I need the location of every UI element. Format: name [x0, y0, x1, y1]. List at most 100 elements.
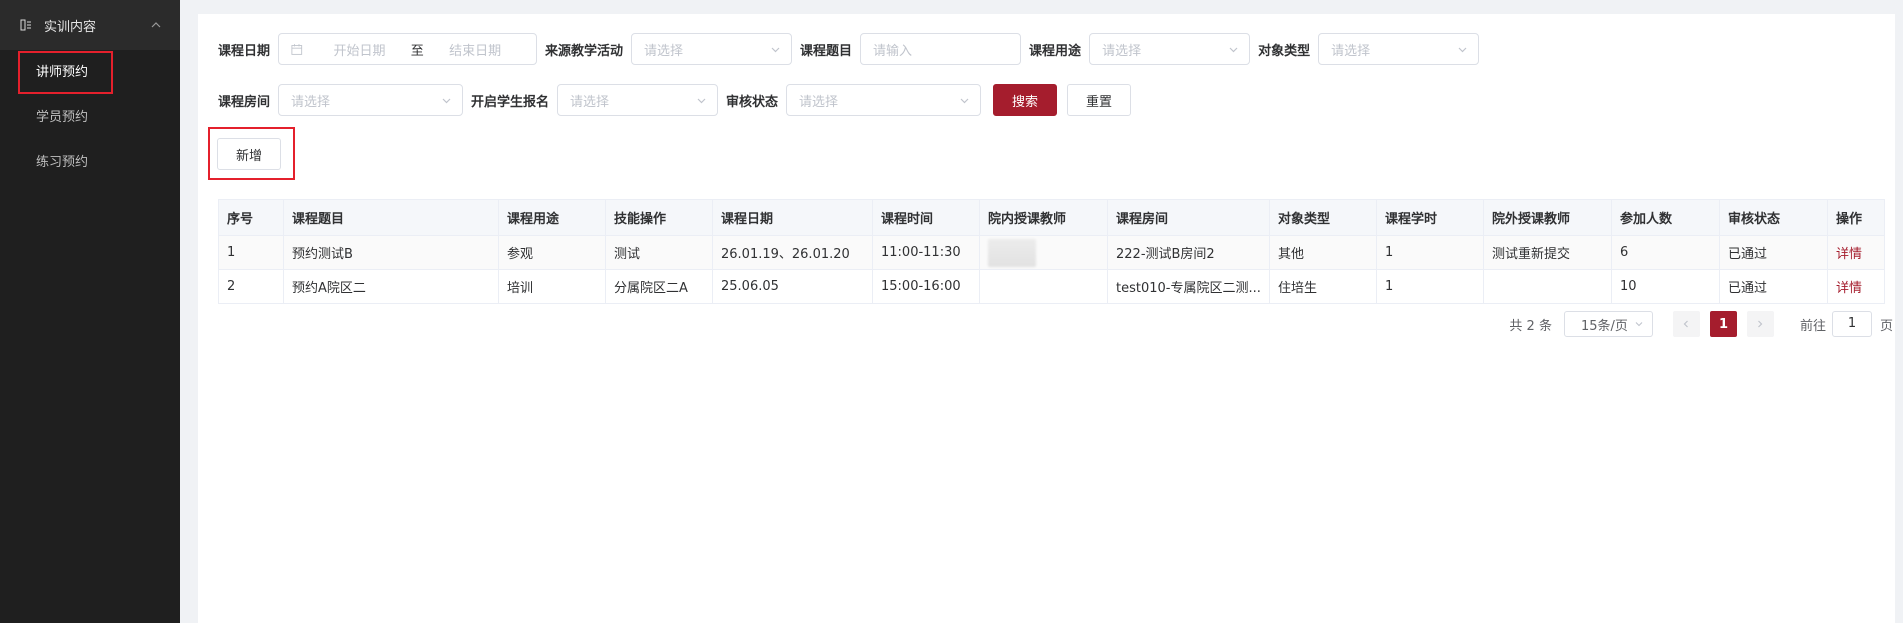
- cell-external-teacher: 测试重新提交: [1483, 235, 1612, 270]
- reset-button[interactable]: 重置: [1067, 84, 1132, 116]
- cell-time: 11:00-11:30: [872, 235, 980, 270]
- sidebar-group-training-content[interactable]: 实训内容: [0, 0, 180, 50]
- target-type-placeholder: 请选择: [1331, 43, 1371, 59]
- sidebar-item-student-booking[interactable]: 学员预约: [0, 95, 180, 140]
- cell-external-teacher: [1483, 269, 1612, 304]
- column-header: 操作: [1827, 199, 1885, 236]
- source-activity-select[interactable]: 请选择: [631, 33, 793, 65]
- chevron-down-icon: [1635, 322, 1643, 327]
- chevron-left-icon: [1684, 320, 1689, 328]
- audit-status-select[interactable]: 请选择: [786, 84, 982, 116]
- table-row: 1 预约测试B 参观 测试 26.01.19、26.01.20 11:00-11…: [218, 235, 1885, 270]
- chevron-down-icon: [771, 47, 780, 53]
- sidebar-group-label: 实训内容: [44, 19, 97, 35]
- chevron-down-icon: [1458, 47, 1467, 53]
- cell-status: 已通过: [1719, 235, 1828, 270]
- course-room-select[interactable]: 请选择: [278, 84, 464, 116]
- highlight-box: 新增: [208, 127, 295, 180]
- page-number-current[interactable]: 1: [1709, 311, 1737, 337]
- column-header: 院内授课教师: [979, 199, 1108, 236]
- column-header: 审核状态: [1719, 199, 1828, 236]
- sidebar-item-label: 学员预约: [36, 110, 89, 125]
- booking-table: 序号 课程题目 课程用途 技能操作 课程日期 课程时间 院内授课教师 课程房间 …: [218, 199, 1885, 304]
- course-date-range-picker[interactable]: 开始日期 至 结束日期: [278, 33, 538, 65]
- sidebar-item-instructor-booking[interactable]: 讲师预约: [0, 50, 180, 95]
- enable-enrollment-select[interactable]: 请选择: [557, 84, 719, 116]
- sidebar-item-practice-booking[interactable]: 练习预约: [0, 140, 180, 185]
- details-link[interactable]: 详情: [1827, 235, 1885, 270]
- range-separator: 至: [410, 43, 424, 59]
- redacted-name: [988, 238, 1036, 267]
- prev-page-button[interactable]: [1672, 311, 1700, 337]
- source-activity-placeholder: 请选择: [644, 43, 684, 59]
- cell-status: 已通过: [1719, 269, 1828, 304]
- filter-row-2: 课程房间 请选择 开启学生报名 请选择 审核状态 请选择 搜索 重置: [218, 84, 1141, 116]
- column-header: 课程题目: [283, 199, 499, 236]
- add-button[interactable]: 新增: [217, 138, 281, 170]
- menu-icon: [20, 19, 31, 31]
- cell-target: 住培生: [1269, 269, 1377, 304]
- chevron-down-icon: [1229, 47, 1238, 53]
- target-type-select[interactable]: 请选择: [1318, 33, 1480, 65]
- chevron-up-icon: [151, 22, 161, 28]
- cell-hours: 1: [1376, 235, 1484, 270]
- details-link[interactable]: 详情: [1827, 269, 1885, 304]
- cell-purpose: 培训: [498, 269, 606, 304]
- course-topic-input[interactable]: 请输入: [860, 33, 1022, 65]
- course-room-label: 课程房间: [218, 94, 271, 110]
- column-header: 序号: [218, 199, 284, 236]
- enable-enrollment-label: 开启学生报名: [471, 94, 550, 110]
- calendar-icon: [291, 43, 303, 55]
- enable-enrollment-placeholder: 请选择: [570, 94, 610, 110]
- table-header-row: 序号 课程题目 课程用途 技能操作 课程日期 课程时间 院内授课教师 课程房间 …: [218, 199, 1885, 236]
- goto-prefix: 前往: [1799, 318, 1826, 334]
- cell-purpose: 参观: [498, 235, 606, 270]
- chevron-down-icon: [960, 98, 969, 104]
- audit-status-placeholder: 请选择: [799, 94, 839, 110]
- start-date-input[interactable]: 开始日期: [311, 40, 409, 59]
- chevron-down-icon: [442, 98, 451, 104]
- column-header: 参加人数: [1611, 199, 1720, 236]
- sidebar-item-label: 练习预约: [36, 155, 89, 170]
- page-size-select[interactable]: 15条/页: [1563, 311, 1653, 337]
- column-header: 课程学时: [1376, 199, 1484, 236]
- chevron-down-icon: [697, 98, 706, 104]
- content-panel: 课程日期 开始日期 至 结束日期 来源教学活动 请选择 课程题目 请输入 课程用…: [198, 14, 1895, 623]
- course-purpose-placeholder: 请选择: [1102, 43, 1142, 59]
- cell-date: 25.06.05: [712, 269, 873, 304]
- column-header: 课程用途: [498, 199, 606, 236]
- goto-page-input[interactable]: 1: [1831, 311, 1872, 337]
- course-topic-placeholder: 请输入: [873, 43, 913, 59]
- cell-no: 2: [218, 269, 284, 304]
- cell-count: 6: [1611, 235, 1720, 270]
- search-button[interactable]: 搜索: [993, 84, 1058, 116]
- pagination-total: 共 2 条: [1509, 318, 1552, 334]
- cell-target: 其他: [1269, 235, 1377, 270]
- cell-room: 222-测试B房间2: [1107, 235, 1270, 270]
- chevron-right-icon: [1758, 320, 1763, 328]
- column-header: 技能操作: [605, 199, 713, 236]
- cell-skill: 分属院区二A: [605, 269, 713, 304]
- next-page-button[interactable]: [1746, 311, 1774, 337]
- column-header: 院外授课教师: [1483, 199, 1612, 236]
- cell-internal-teacher: [979, 235, 1108, 270]
- end-date-input[interactable]: 结束日期: [426, 40, 524, 59]
- column-header: 对象类型: [1269, 199, 1377, 236]
- column-header: 课程房间: [1107, 199, 1270, 236]
- sidebar: 实训内容 讲师预约 学员预约 练习预约: [0, 0, 180, 623]
- course-topic-label: 课程题目: [800, 43, 853, 59]
- cell-no: 1: [218, 235, 284, 270]
- goto-suffix: 页: [1879, 318, 1893, 334]
- course-room-placeholder: 请选择: [291, 94, 331, 110]
- cell-topic: 预约A院区二: [283, 269, 499, 304]
- cell-time: 15:00-16:00: [872, 269, 980, 304]
- page-size-value: 15条/页: [1580, 318, 1628, 334]
- cell-hours: 1: [1376, 269, 1484, 304]
- main-area: 课程日期 开始日期 至 结束日期 来源教学活动 请选择 课程题目 请输入 课程用…: [180, 0, 1903, 623]
- course-purpose-select[interactable]: 请选择: [1089, 33, 1251, 65]
- cell-count: 10: [1611, 269, 1720, 304]
- cell-topic: 预约测试B: [283, 235, 499, 270]
- target-type-label: 对象类型: [1258, 43, 1311, 59]
- cell-internal-teacher: [979, 269, 1108, 304]
- course-date-label: 课程日期: [218, 43, 271, 59]
